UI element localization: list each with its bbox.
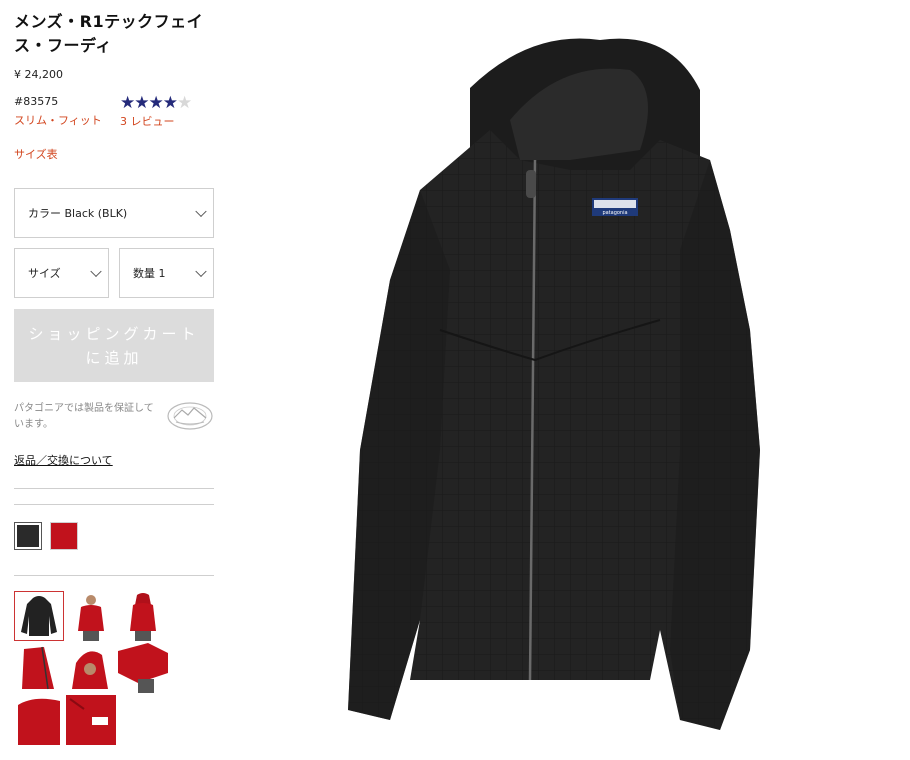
- size-chart-link[interactable]: サイズ表: [14, 146, 58, 162]
- product-sku: #83575: [14, 95, 59, 108]
- product-hero-image: patagonia: [348, 38, 760, 730]
- model-thumbnail-icon: [66, 591, 116, 641]
- star-icon: ★: [120, 93, 135, 113]
- star-icon: ★: [162, 93, 178, 113]
- guarantee-logo-icon: [167, 402, 213, 430]
- divider: [14, 575, 214, 576]
- model-thumbnail-icon: [118, 591, 168, 641]
- product-info: メンズ・R1テックフェイス・フーディ ¥ 24,200 #83575 スリム・フ…: [14, 10, 214, 161]
- star-icon: ★: [134, 93, 149, 113]
- returns-link[interactable]: 返品／交換について: [14, 452, 113, 468]
- swatch-red[interactable]: [50, 522, 78, 550]
- thumbnail-detail-hood[interactable]: [66, 643, 116, 693]
- add-to-cart-label: ショッピングカートに追加: [28, 324, 200, 367]
- quantity-select[interactable]: 数量 1: [119, 248, 214, 298]
- chevron-down-icon: [195, 265, 207, 278]
- color-select[interactable]: カラー Black (BLK): [14, 188, 214, 238]
- thumbnail-detail-logo[interactable]: [66, 695, 116, 745]
- swatch-fill: [17, 525, 39, 547]
- detail-thumbnail-icon: [66, 643, 116, 693]
- detail-thumbnail-icon: [14, 643, 64, 693]
- add-to-cart-button[interactable]: ショッピングカートに追加: [14, 309, 214, 382]
- guarantee-text: パタゴニアでは製品を保証しています。: [14, 403, 154, 430]
- chevron-down-icon: [90, 265, 102, 278]
- size-select[interactable]: サイズ: [14, 248, 109, 298]
- divider: [14, 504, 214, 505]
- size-select-label: サイズ: [28, 267, 61, 280]
- thumbnail-model-back[interactable]: [118, 591, 168, 641]
- color-select-label: カラー Black (BLK): [28, 207, 128, 220]
- rating-stars[interactable]: ★★★★★: [120, 93, 192, 113]
- chevron-down-icon: [195, 205, 207, 218]
- thumbnail-detail-1[interactable]: [14, 643, 64, 693]
- swatch-black[interactable]: [14, 522, 42, 550]
- detail-thumbnail-icon: [66, 695, 116, 745]
- reviews-link[interactable]: 3 レビュー: [120, 113, 175, 129]
- product-title: メンズ・R1テックフェイス・フーディ: [14, 12, 204, 55]
- jacket-thumbnail-icon: [15, 592, 63, 640]
- thumbnail-front-black[interactable]: [14, 591, 64, 641]
- svg-text:patagonia: patagonia: [602, 210, 627, 216]
- detail-thumbnail-icon: [118, 643, 168, 693]
- thumbnail-model-front[interactable]: [66, 591, 116, 641]
- thumbnail-detail-cuff[interactable]: [118, 643, 168, 693]
- fit-link[interactable]: スリム・フィット: [14, 113, 104, 129]
- detail-thumbnail-icon: [14, 695, 64, 745]
- divider: [14, 488, 214, 489]
- star-icon: ★: [148, 93, 164, 113]
- product-price: ¥ 24,200: [14, 68, 63, 81]
- quantity-select-label: 数量 1: [133, 267, 166, 280]
- star-empty-icon: ★: [177, 93, 192, 113]
- product-meta: #83575 スリム・フィット サイズ表 ★★★★★ 3 レビュー: [14, 93, 214, 161]
- thumbnail-detail-shoulder[interactable]: [14, 695, 64, 745]
